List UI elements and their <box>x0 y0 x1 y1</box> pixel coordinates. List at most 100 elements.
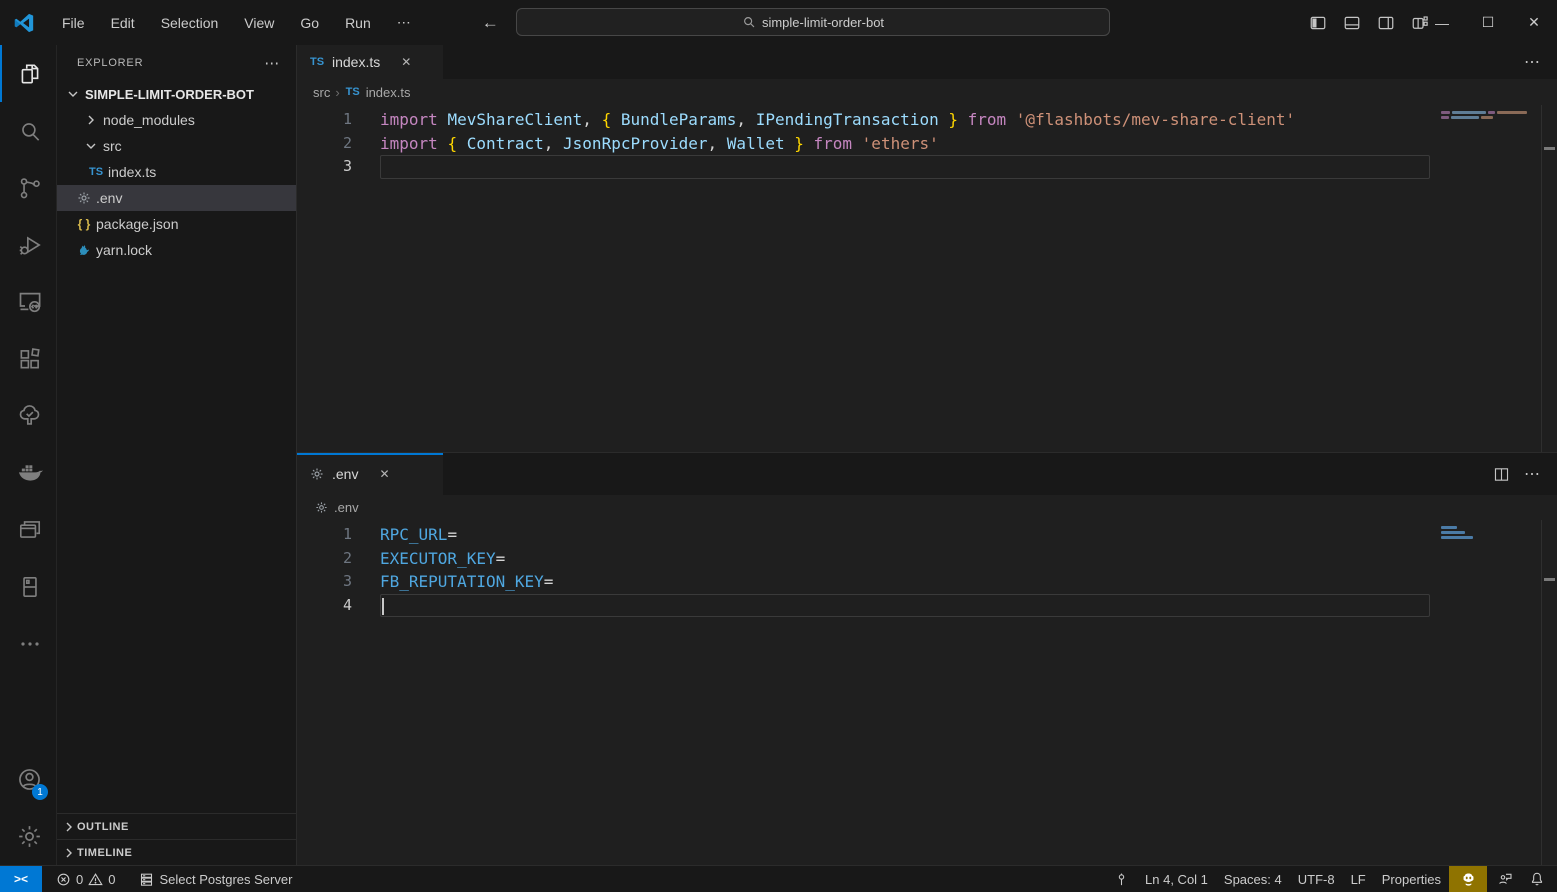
code-line-current[interactable] <box>380 155 1430 179</box>
explorer-icon[interactable] <box>0 45 57 102</box>
minimap[interactable] <box>1436 105 1541 452</box>
tree-root-folder[interactable]: SIMPLE-LIMIT-ORDER-BOT <box>57 81 296 107</box>
code-line[interactable]: import MevShareClient, { BundleParams, I… <box>380 108 1436 132</box>
accounts-icon[interactable]: 1 <box>0 751 57 808</box>
activity-bar: 1 <box>0 45 57 865</box>
explorer-sidebar: EXPLORER ⋯ SIMPLE-LIMIT-ORDER-BOT node_m… <box>57 45 297 865</box>
code-line[interactable]: import { Contract, JsonRpcProvider, Wall… <box>380 132 1436 156</box>
tree-item-package-json[interactable]: { } package.json <box>57 211 296 237</box>
toggle-secondary-sidebar-icon[interactable] <box>1377 14 1395 32</box>
remote-icon: >< <box>14 872 28 886</box>
tree-item-env[interactable]: .env <box>57 185 296 211</box>
vscode-logo-icon <box>13 12 35 34</box>
gear-file-icon <box>76 190 92 206</box>
tree-item-yarn-lock[interactable]: yarn.lock <box>57 237 296 263</box>
editor-gutter[interactable]: 1 2 3 4 <box>297 520 380 866</box>
language-mode[interactable]: Properties <box>1374 866 1449 892</box>
toggle-panel-icon[interactable] <box>1343 14 1361 32</box>
code-line[interactable]: EXECUTOR_KEY= <box>380 547 1436 571</box>
overview-ruler <box>1541 520 1557 866</box>
warning-count: 0 <box>108 872 115 887</box>
source-control-icon[interactable] <box>0 159 57 216</box>
encoding-label: UTF-8 <box>1298 872 1335 887</box>
tab-index-ts[interactable]: TS index.ts ✕ <box>297 45 443 79</box>
menu-more-icon[interactable]: ⋯ <box>384 10 424 35</box>
tree-item-label: yarn.lock <box>96 242 152 258</box>
window-close-icon[interactable]: ✕ <box>1511 0 1557 45</box>
code-editor-index-ts[interactable]: 1 2 3 import MevShareClient, { BundlePar… <box>297 105 1557 452</box>
code-editor-env[interactable]: 1 2 3 4 RPC_URL= EXECUTOR_KEY= FB_REPUTA… <box>297 520 1557 866</box>
gear-file-icon <box>313 500 329 516</box>
chevron-right-icon <box>83 112 99 128</box>
chevron-right-icon <box>61 845 77 861</box>
menu-file[interactable]: File <box>49 11 98 35</box>
breadcrumb-file[interactable]: .env <box>334 500 359 515</box>
search-sidebar-icon[interactable] <box>0 102 57 159</box>
encoding-indicator[interactable]: UTF-8 <box>1290 866 1343 892</box>
menu-run[interactable]: Run <box>332 11 384 35</box>
search-icon <box>742 15 756 29</box>
toggle-primary-sidebar-icon[interactable] <box>1309 14 1327 32</box>
tab-bar: .env ✕ ⋯ <box>297 453 1557 495</box>
live-preview-icon[interactable] <box>0 501 57 558</box>
tab-env[interactable]: .env ✕ <box>297 453 443 495</box>
menu-edit[interactable]: Edit <box>98 11 148 35</box>
postgres-server-item[interactable]: Select Postgres Server <box>131 866 300 892</box>
problems-indicator[interactable]: 0 0 <box>48 866 123 892</box>
ports-indicator[interactable] <box>1106 866 1137 892</box>
indentation-indicator[interactable]: Spaces: 4 <box>1216 866 1290 892</box>
tree-item-index-ts[interactable]: TS index.ts <box>57 159 296 185</box>
command-center-search[interactable]: simple-limit-order-bot <box>516 8 1110 36</box>
tree-item-src[interactable]: src <box>57 133 296 159</box>
code-line[interactable]: RPC_URL= <box>380 523 1436 547</box>
tree-item-node-modules[interactable]: node_modules <box>57 107 296 133</box>
tab-close-icon[interactable]: ✕ <box>379 467 389 481</box>
breadcrumb-folder[interactable]: src <box>313 85 330 100</box>
remote-explorer-icon[interactable] <box>0 273 57 330</box>
menu-selection[interactable]: Selection <box>148 11 232 35</box>
gear-file-icon <box>309 466 325 482</box>
docker-icon[interactable] <box>0 444 57 501</box>
copilot-status[interactable] <box>1449 866 1487 892</box>
history-back-icon[interactable]: ← <box>482 13 499 33</box>
minimap[interactable] <box>1436 520 1541 866</box>
timeline-section[interactable]: TIMELINE <box>57 839 296 865</box>
explorer-more-actions-icon[interactable]: ⋯ <box>258 52 286 74</box>
window-maximize-icon[interactable]: ☐ <box>1465 0 1511 45</box>
tab-close-icon[interactable]: ✕ <box>401 55 411 69</box>
split-editor-icon[interactable] <box>1493 466 1510 483</box>
feedback-item[interactable] <box>1487 866 1523 892</box>
remote-indicator[interactable]: >< <box>0 866 42 892</box>
editor-more-actions-icon[interactable]: ⋯ <box>1524 464 1541 484</box>
json-file-icon: { } <box>76 217 92 231</box>
timeline-label: TIMELINE <box>77 847 132 859</box>
tree-item-label: node_modules <box>103 112 195 128</box>
testing-tree-icon[interactable] <box>0 387 57 444</box>
breadcrumb-file[interactable]: index.ts <box>366 85 411 100</box>
bell-icon <box>1529 871 1545 887</box>
notifications-item[interactable] <box>1523 866 1557 892</box>
copilot-icon <box>1460 871 1477 888</box>
code-line-current[interactable] <box>380 594 1430 618</box>
eol-indicator[interactable]: LF <box>1343 866 1374 892</box>
menu-go[interactable]: Go <box>287 11 332 35</box>
more-views-icon[interactable] <box>0 615 57 672</box>
menu-view[interactable]: View <box>231 11 287 35</box>
cursor-position[interactable]: Ln 4, Col 1 <box>1137 866 1216 892</box>
settings-gear-icon[interactable] <box>0 808 57 865</box>
editor-more-actions-icon[interactable]: ⋯ <box>1524 52 1541 72</box>
error-count: 0 <box>76 872 83 887</box>
code-content[interactable]: import MevShareClient, { BundleParams, I… <box>380 105 1436 452</box>
line-number: 2 <box>297 547 380 571</box>
window-minimize-icon[interactable]: — <box>1419 0 1465 45</box>
outline-section[interactable]: OUTLINE <box>57 813 296 839</box>
editor-gutter[interactable]: 1 2 3 <box>297 105 380 452</box>
line-number: 1 <box>297 108 380 132</box>
indentation-label: Spaces: 4 <box>1224 872 1282 887</box>
tab-label: index.ts <box>332 54 380 70</box>
code-line[interactable]: FB_REPUTATION_KEY= <box>380 570 1436 594</box>
database-icon[interactable] <box>0 558 57 615</box>
run-debug-icon[interactable] <box>0 216 57 273</box>
code-content[interactable]: RPC_URL= EXECUTOR_KEY= FB_REPUTATION_KEY… <box>380 520 1436 866</box>
extensions-icon[interactable] <box>0 330 57 387</box>
